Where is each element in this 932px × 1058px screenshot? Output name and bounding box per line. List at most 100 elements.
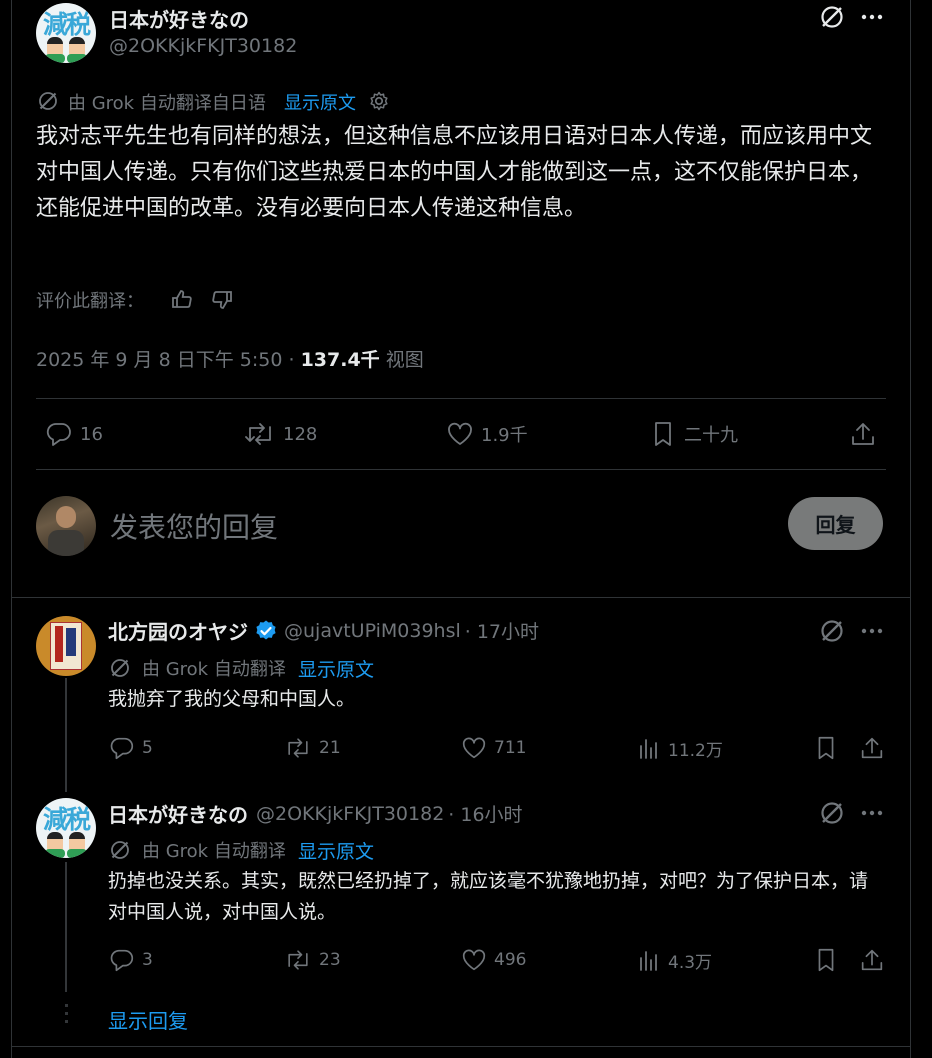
reply-action[interactable]: 5 [108, 734, 153, 762]
views-count: 4.3万 [668, 952, 713, 973]
reply-avatar[interactable]: 減税 [36, 798, 96, 858]
repost-action[interactable]: 23 [283, 946, 341, 974]
share-action[interactable] [858, 734, 892, 762]
share-icon [861, 737, 883, 759]
grok-actions-icon[interactable] [818, 3, 846, 35]
divider [36, 398, 886, 399]
share-action[interactable] [858, 946, 892, 974]
repost-count: 128 [283, 423, 318, 445]
like-action[interactable]: 496 [460, 946, 526, 974]
grok-translate-icon [108, 656, 132, 684]
translation-note: 由 Grok 自动翻译自日语 [68, 93, 266, 114]
like-action[interactable]: 711 [460, 734, 526, 762]
repost-count: 23 [319, 950, 341, 970]
analytics-icon [640, 951, 657, 971]
like-count: 1.9千 [481, 425, 528, 446]
thread-line [65, 862, 67, 992]
show-original-link[interactable]: 显示原文 [298, 655, 374, 682]
grok-actions-icon[interactable] [818, 617, 846, 649]
thumbs-up-icon[interactable] [170, 287, 194, 315]
views-count: 137.4千 [300, 349, 380, 371]
avatar-logo-text: 減税 [42, 805, 91, 834]
bookmark-action[interactable] [812, 946, 846, 974]
like-count: 711 [494, 738, 527, 758]
post-text: 我对志平先生也有同样的想法，但这种信息不应该用日语对日本人传递，而应该用中文对中… [36, 124, 873, 221]
reply-button[interactable]: 回复 [788, 497, 883, 550]
views-count: 11.2万 [668, 740, 723, 761]
share-icon [861, 949, 883, 971]
current-user-avatar[interactable] [36, 496, 96, 556]
heart-icon [462, 949, 486, 971]
thread-dots [63, 1004, 69, 1023]
translation-note: 由 Grok 自动翻译 [142, 659, 286, 680]
rate-translation-label: 评价此翻译： [36, 291, 144, 312]
bookmark-action[interactable] [812, 734, 846, 762]
more-options-icon[interactable] [858, 804, 886, 826]
author-avatar[interactable]: 減税 [36, 3, 96, 63]
more-options-icon[interactable] [858, 622, 886, 644]
repost-icon [245, 423, 271, 445]
reply-count: 5 [142, 738, 153, 758]
repost-icon [288, 738, 308, 758]
analytics-icon [640, 739, 657, 759]
thumbs-down-icon[interactable] [210, 288, 234, 316]
show-original-link[interactable]: 显示原文 [284, 89, 356, 115]
reply-count: 16 [80, 423, 103, 445]
views-action[interactable]: 4.3万 [636, 946, 712, 974]
grok-translate-icon [36, 89, 60, 117]
author-handle[interactable]: @2OKKjkFKJT30182 [109, 35, 297, 57]
bookmark-count: 二十九 [684, 425, 738, 446]
section-divider [12, 597, 910, 598]
divider [36, 469, 886, 470]
post-timestamp[interactable]: 2025 年 9 月 8 日下午 5:50 [36, 349, 282, 371]
reply-text: 我抛弃了我的父母和中国人。 [108, 688, 356, 710]
share-icon [852, 423, 874, 445]
avatar-logo-text: 減税 [42, 10, 91, 39]
reply-count: 3 [142, 950, 153, 970]
reply-author-name[interactable]: 日本が好きなの [108, 799, 248, 828]
meta-separator: · [288, 349, 295, 371]
show-replies-link[interactable]: 显示回复 [108, 1005, 188, 1034]
translation-settings-gear-icon[interactable] [368, 90, 390, 116]
more-options-icon[interactable] [858, 8, 886, 30]
section-divider [12, 1046, 910, 1047]
reply-composer-input[interactable]: 发表您的回复 [110, 506, 278, 546]
reply-author-handle[interactable]: @2OKKjkFKJT30182 [256, 803, 444, 825]
share-action[interactable] [848, 419, 884, 449]
repost-count: 21 [319, 738, 341, 758]
reply-icon [110, 949, 134, 972]
post-meta: 2025 年 9 月 8 日下午 5:50 · 137.4千 视图 [36, 345, 424, 372]
reply-icon [46, 423, 71, 446]
reply-icon [110, 737, 134, 760]
grok-actions-icon[interactable] [818, 799, 846, 831]
reply-author-name[interactable]: 北方园のオヤジ [108, 616, 248, 645]
like-action[interactable]: 1.9千 [445, 419, 528, 449]
verified-badge-icon [254, 619, 278, 643]
reply-avatar[interactable] [36, 616, 96, 676]
bookmark-icon [818, 948, 834, 972]
heart-icon [462, 737, 486, 759]
bookmark-action[interactable]: 二十九 [648, 419, 738, 449]
show-original-link[interactable]: 显示原文 [298, 837, 374, 864]
repost-icon [288, 950, 308, 970]
author-name[interactable]: 日本が好きなの [109, 4, 249, 33]
like-count: 496 [494, 950, 527, 970]
translation-note: 由 Grok 自动翻译 [142, 841, 286, 862]
bookmark-icon [655, 422, 671, 446]
reply-action[interactable]: 16 [44, 419, 103, 449]
reply-author-handle[interactable]: @ujavtUPiM039hsl [284, 620, 461, 642]
bookmark-icon [818, 736, 834, 760]
reply-action[interactable]: 3 [108, 946, 153, 974]
heart-icon [448, 422, 472, 445]
reply-text: 扔掉也没关系。其实，既然已经扔掉了，就应该毫不犹豫地扔掉，对吧？为了保护日本，请… [108, 870, 869, 923]
repost-action[interactable]: 128 [243, 419, 317, 449]
reply-time[interactable]: · 16小时 [448, 800, 522, 827]
reply-time[interactable]: · 17小时 [465, 617, 539, 644]
views-label: 视图 [385, 349, 424, 371]
repost-action[interactable]: 21 [283, 734, 341, 762]
thread-line [65, 678, 67, 792]
grok-translate-icon [108, 838, 132, 866]
reply-header: 日本が好きなの @2OKKjkFKJT30182 · 16小时 [108, 799, 523, 828]
reply-header: 北方园のオヤジ @ujavtUPiM039hsl · 17小时 [108, 616, 539, 645]
views-action[interactable]: 11.2万 [636, 734, 723, 762]
